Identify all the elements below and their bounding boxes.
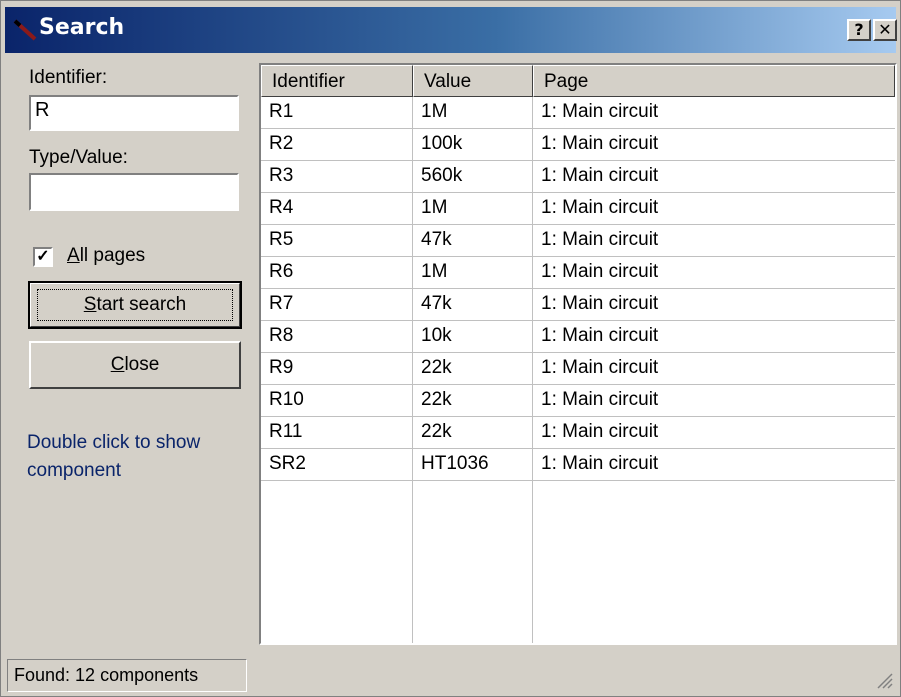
table-row[interactable]: SR2 HT1036 1: Main circuit: [261, 449, 895, 481]
table-row[interactable]: R1 1M 1: Main circuit: [261, 97, 895, 129]
title-bar[interactable]: Search ? ✕: [5, 7, 897, 53]
cell-value: 1M: [421, 261, 448, 282]
cell-page: 1: Main circuit: [541, 165, 659, 186]
cell-value: HT1036: [421, 453, 489, 474]
cell-value: 47k: [421, 293, 452, 314]
table-row[interactable]: R4 1M 1: Main circuit: [261, 193, 895, 225]
table-row[interactable]: R3 560k 1: Main circuit: [261, 161, 895, 193]
close-button[interactable]: Close: [29, 341, 241, 389]
cell-value: 1M: [421, 197, 448, 218]
cell-value: 22k: [421, 357, 452, 378]
cell-page: 1: Main circuit: [541, 101, 659, 122]
cell-page: 1: Main circuit: [541, 261, 659, 282]
cell-page: 1: Main circuit: [541, 453, 659, 474]
identifier-input[interactable]: R: [29, 95, 239, 131]
table-row[interactable]: R11 22k 1: Main circuit: [261, 417, 895, 449]
focus-rectangle: [37, 289, 233, 321]
close-label: Close: [110, 354, 160, 375]
cell-identifier: R3: [269, 165, 294, 186]
cell-page: 1: Main circuit: [541, 197, 659, 218]
table-row[interactable]: R2 100k 1: Main circuit: [261, 129, 895, 161]
all-pages-checkbox[interactable]: ✓: [33, 247, 53, 267]
cell-page: 1: Main circuit: [541, 325, 659, 346]
close-icon[interactable]: ✕: [873, 19, 897, 41]
all-pages-text: All pages: [67, 245, 146, 266]
status-bar: Found: 12 components: [7, 659, 896, 692]
resize-grip-icon[interactable]: [872, 668, 894, 690]
cell-identifier: R4: [269, 197, 294, 218]
cell-value: 22k: [421, 421, 452, 442]
cell-page: 1: Main circuit: [541, 229, 659, 250]
column-header-value[interactable]: Value: [413, 65, 533, 97]
cell-identifier: R6: [269, 261, 294, 282]
cell-identifier: R8: [269, 325, 294, 346]
results-rows: R1 1M 1: Main circuit R2 100k 1: Main circuit…: [261, 97, 895, 481]
search-dialog: Search ? ✕ Identifier: R Type/Value: ✓ A…: [0, 0, 901, 697]
results-list[interactable]: Identifier Value Page R1 1M 1: Main circui…: [259, 63, 897, 645]
table-row[interactable]: R8 10k 1: Main circuit: [261, 321, 895, 353]
cell-identifier: R10: [269, 389, 304, 410]
cell-page: 1: Main circuit: [541, 421, 659, 442]
status-text: Found: 12 components: [7, 659, 247, 692]
window-title: Search: [39, 15, 125, 40]
column-header-page[interactable]: Page: [533, 65, 895, 97]
table-row[interactable]: R5 47k 1: Main circuit: [261, 225, 895, 257]
cell-page: 1: Main circuit: [541, 389, 659, 410]
table-row[interactable]: R9 22k 1: Main circuit: [261, 353, 895, 385]
cell-identifier: R5: [269, 229, 294, 250]
cell-value: 560k: [421, 165, 463, 186]
cell-page: 1: Main circuit: [541, 133, 659, 154]
hint-text: Double click to show component: [27, 432, 201, 481]
cell-identifier: R2: [269, 133, 294, 154]
cell-page: 1: Main circuit: [541, 357, 659, 378]
cell-value: 1M: [421, 101, 448, 122]
cell-identifier: R1: [269, 101, 294, 122]
table-row[interactable]: R6 1M 1: Main circuit: [261, 257, 895, 289]
start-search-button[interactable]: Start search: [28, 281, 242, 329]
cell-value: 100k: [421, 133, 463, 154]
cell-identifier: R11: [269, 421, 303, 442]
identifier-label: Identifier:: [29, 67, 108, 88]
wand-icon: [13, 19, 37, 41]
table-row[interactable]: R7 47k 1: Main circuit: [261, 289, 895, 321]
cell-value: 10k: [421, 325, 452, 346]
cell-page: 1: Main circuit: [541, 293, 659, 314]
cell-identifier: R7: [269, 293, 294, 314]
all-pages-label[interactable]: All pages: [67, 245, 145, 267]
column-header-identifier[interactable]: Identifier: [261, 65, 413, 97]
type-value-input[interactable]: [29, 173, 239, 211]
help-button[interactable]: ?: [847, 19, 871, 41]
type-value-label: Type/Value:: [29, 147, 128, 168]
cell-identifier: R9: [269, 357, 294, 378]
checkmark-icon: ✓: [36, 248, 50, 265]
cell-value: 47k: [421, 229, 452, 250]
table-row[interactable]: R10 22k 1: Main circuit: [261, 385, 895, 417]
cell-identifier: SR2: [269, 453, 306, 474]
cell-value: 22k: [421, 389, 452, 410]
